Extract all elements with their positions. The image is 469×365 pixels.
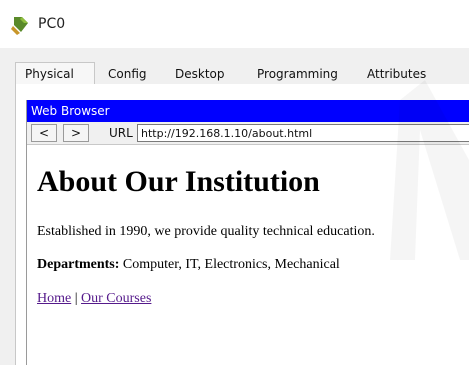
url-input[interactable] bbox=[137, 124, 469, 142]
tab-physical[interactable]: Physical bbox=[25, 62, 74, 84]
window-body: Physical Config Desktop Programming Attr… bbox=[0, 48, 469, 365]
pc-device-icon bbox=[11, 17, 28, 35]
browser-titlebar: Web Browser bbox=[27, 100, 469, 122]
our-courses-link[interactable]: Our Courses bbox=[81, 291, 151, 306]
web-page-content: About Our Institution Established in 199… bbox=[27, 145, 469, 365]
window-titlebar: PC0 bbox=[0, 0, 469, 48]
tab-strip: Physical Config Desktop Programming Attr… bbox=[15, 62, 469, 85]
desktop-panel: Web Browser < > URL About Our Institutio… bbox=[15, 84, 469, 365]
tab-config[interactable]: Config bbox=[108, 62, 147, 84]
url-label: URL bbox=[109, 126, 133, 140]
page-heading: About Our Institution bbox=[37, 165, 320, 198]
departments-value: Computer, IT, Electronics, Mechanical bbox=[119, 257, 340, 272]
intro-paragraph: Established in 1990, we provide quality … bbox=[37, 224, 375, 239]
tab-desktop[interactable]: Desktop bbox=[175, 62, 225, 84]
departments-label: Departments: bbox=[37, 257, 120, 272]
window-title: PC0 bbox=[38, 16, 66, 32]
home-link[interactable]: Home bbox=[37, 291, 71, 306]
back-button[interactable]: < bbox=[31, 124, 57, 142]
web-browser: Web Browser < > URL About Our Institutio… bbox=[26, 100, 469, 365]
browser-nav-bar: < > URL bbox=[27, 122, 469, 145]
tab-attributes[interactable]: Attributes bbox=[367, 62, 426, 84]
tab-programming[interactable]: Programming bbox=[257, 62, 338, 84]
link-separator: | bbox=[71, 291, 82, 306]
departments-paragraph: Departments: Computer, IT, Electronics, … bbox=[37, 257, 340, 273]
page-links: Home | Our Courses bbox=[37, 291, 151, 307]
forward-button[interactable]: > bbox=[63, 124, 89, 142]
